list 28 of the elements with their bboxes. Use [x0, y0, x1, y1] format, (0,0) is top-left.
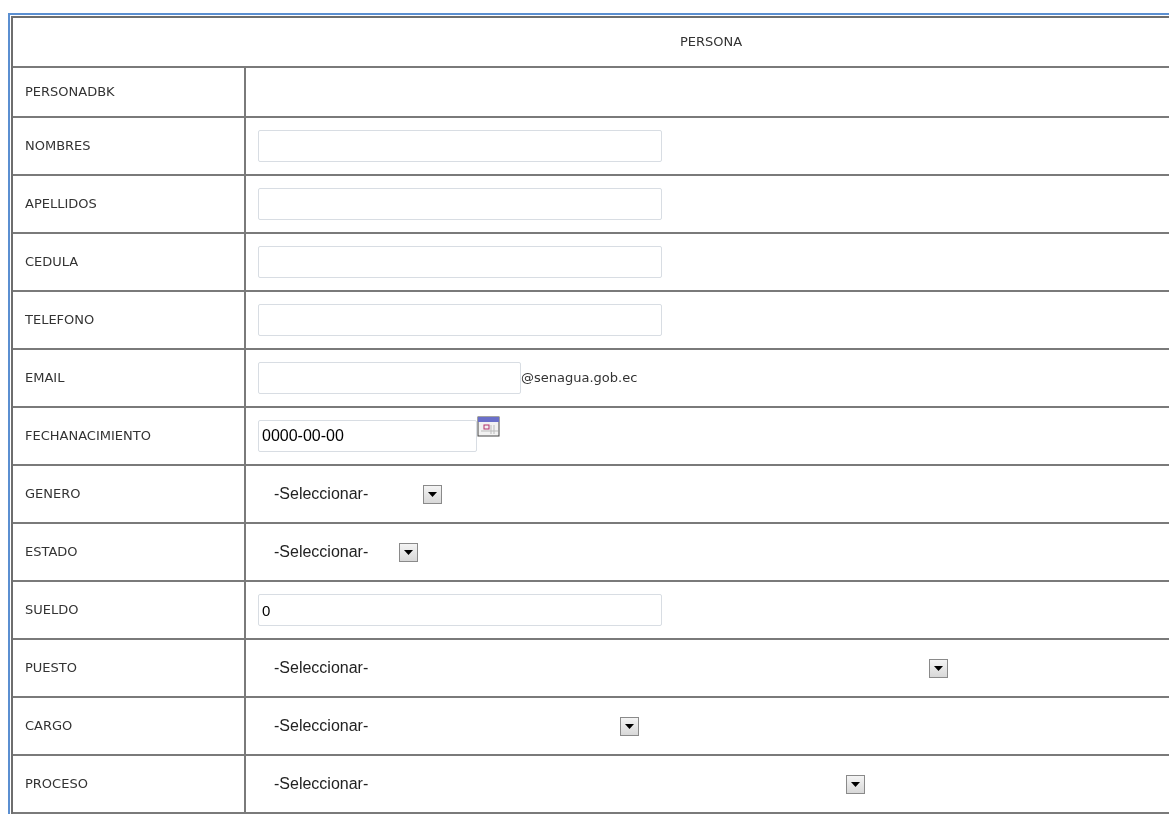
- select-dropdown[interactable]: -Seleccionar-: [258, 540, 418, 564]
- text-field[interactable]: [258, 246, 662, 278]
- email-field[interactable]: [258, 362, 521, 394]
- select-dropdown[interactable]: -Seleccionar-: [258, 482, 442, 506]
- text-field[interactable]: [258, 188, 662, 220]
- form-title: PERSONA: [678, 33, 743, 52]
- text-field[interactable]: [258, 130, 662, 162]
- field-label: FECHANACIMIENTO: [25, 427, 151, 446]
- text-field[interactable]: 0: [258, 594, 662, 626]
- select-dropdown[interactable]: -Seleccionar-: [258, 656, 948, 680]
- field-label: NOMBRES: [25, 137, 91, 156]
- email-domain: @senagua.gob.ec: [521, 369, 638, 388]
- field-label: PUESTO: [25, 659, 77, 678]
- field-label: GENERO: [25, 485, 81, 504]
- field-label: PERSONADBK: [25, 83, 115, 102]
- select-dropdown[interactable]: -Seleccionar-: [258, 714, 639, 738]
- field-label: EMAIL: [25, 369, 65, 388]
- field-label: TELEFONO: [25, 311, 95, 330]
- select-dropdown[interactable]: -Seleccionar-: [258, 772, 865, 796]
- date-field[interactable]: 0000-00-00: [258, 420, 477, 452]
- field-label: PROCESO: [25, 775, 88, 794]
- field-label: SUELDO: [25, 601, 79, 620]
- calendar-icon[interactable]: [477, 416, 501, 438]
- field-label: CEDULA: [25, 253, 79, 272]
- field-label: CARGO: [25, 717, 73, 736]
- field-label: ESTADO: [25, 543, 78, 562]
- field-label: APELLIDOS: [25, 195, 97, 214]
- text-field[interactable]: [258, 304, 662, 336]
